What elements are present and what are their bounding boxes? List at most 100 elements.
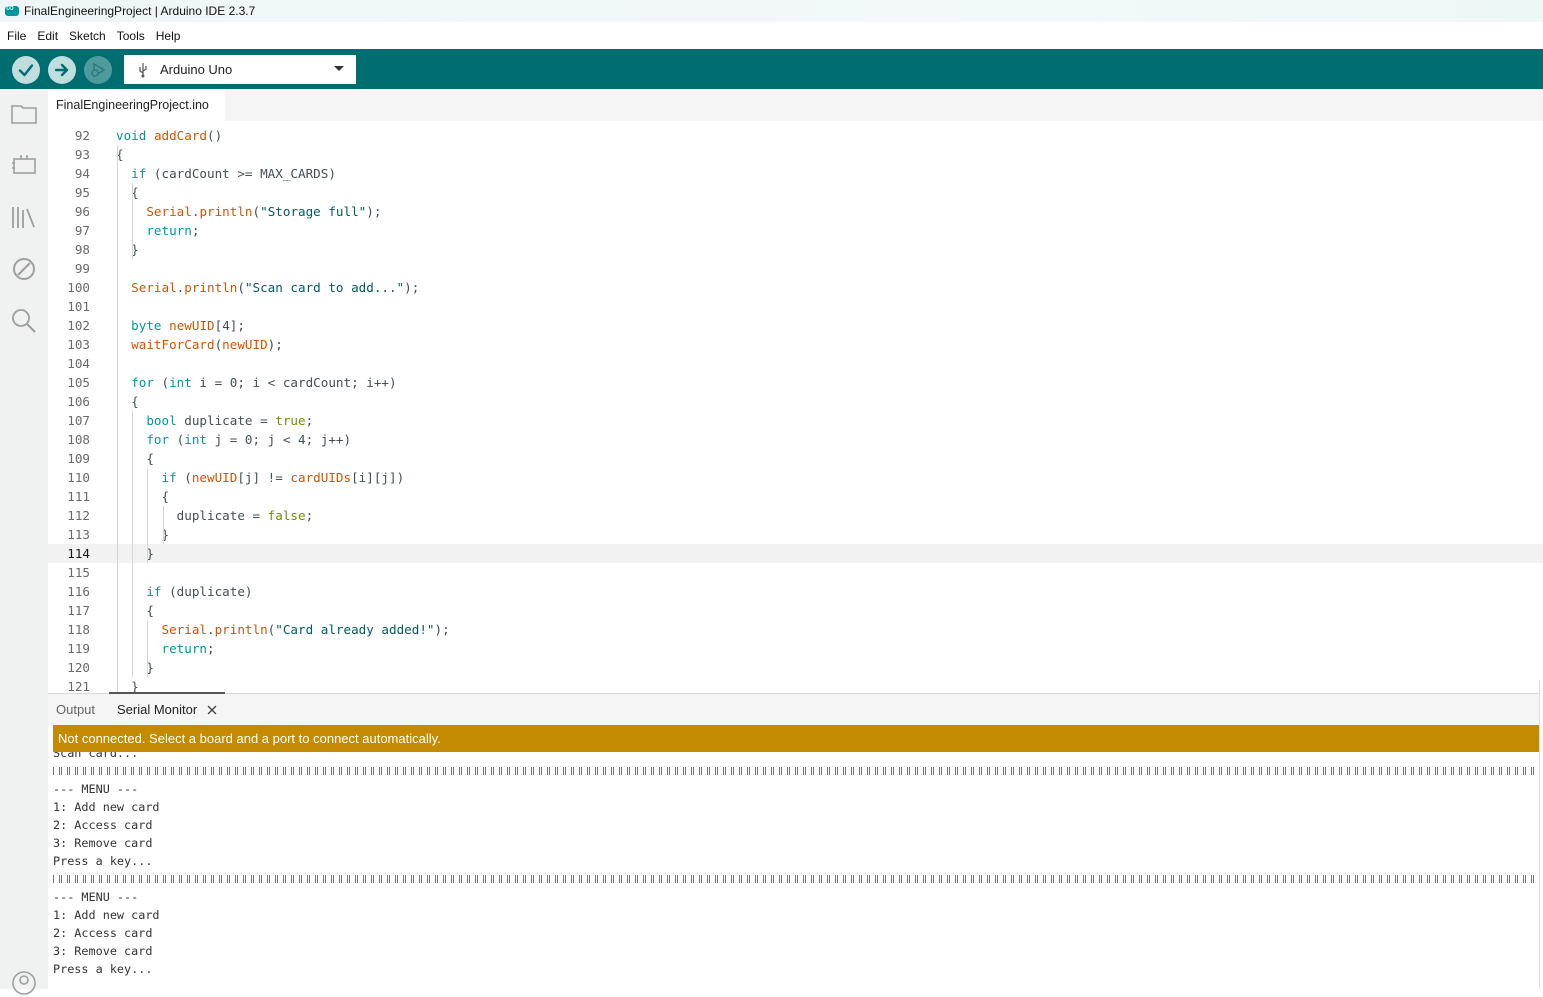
- indent-guide: [132, 411, 134, 677]
- line-number: 118: [67, 622, 90, 637]
- code-line: 102 byte newUID[4];: [48, 316, 1543, 335]
- tab-label: FinalEngineeringProject.ino: [56, 98, 209, 112]
- code-text: waitForCard(newUID);: [131, 337, 283, 352]
- code-line: 118 Serial.println("Card already added!"…: [48, 620, 1543, 639]
- code-line: 109 {: [48, 449, 1543, 468]
- code-line: 98 }: [48, 240, 1543, 259]
- line-number: 105: [67, 375, 90, 390]
- code-text: }: [116, 527, 170, 542]
- bottom-panel-tabs: Output Serial Monitor: [48, 692, 1543, 725]
- code-text: if (cardCount >= MAX_CARDS): [131, 166, 336, 181]
- code-line: 99: [48, 259, 1543, 278]
- serial-line: 1: Add new card: [53, 800, 160, 814]
- usb-icon: [139, 62, 147, 77]
- line-number: 114: [67, 546, 90, 561]
- unprintable-characters: [53, 767, 1539, 775]
- window-title: FinalEngineeringProject | Arduino IDE 2.…: [24, 4, 256, 18]
- code-editor[interactable]: 92 void addCard() 93{94 if (cardCount >= M…: [48, 121, 1543, 692]
- debug-button[interactable]: [84, 56, 112, 84]
- code-line: 119 return;: [48, 639, 1543, 658]
- line-number: 92: [74, 128, 90, 143]
- menu-sketch[interactable]: Sketch: [68, 27, 107, 45]
- menu-help[interactable]: Help: [155, 27, 182, 45]
- line-number: 108: [67, 432, 90, 447]
- line-number: 102: [67, 318, 90, 333]
- code-line: 114 }: [48, 544, 1543, 563]
- serial-line: Scan card...: [53, 752, 139, 760]
- indent-guide: [132, 183, 134, 259]
- code-text: return;: [146, 223, 200, 238]
- code-line: 94 if (cardCount >= MAX_CARDS): [48, 164, 1543, 183]
- serial-output[interactable]: Scan card... --- MENU --- 1: Add new card 2…: [53, 752, 1539, 989]
- line-number: 107: [67, 413, 90, 428]
- code-line: 103 waitForCard(newUID);: [48, 335, 1543, 354]
- serial-line: 2: Access card: [53, 926, 153, 940]
- tab-output[interactable]: Output: [56, 694, 95, 725]
- code-line: 93{: [48, 145, 1543, 164]
- code-line: 100 Serial.println("Scan card to add..."…: [48, 278, 1543, 297]
- code-line: 96 Serial.println("Storage full");: [48, 202, 1543, 221]
- code-line: 105 for (int i = 0; i < cardCount; i++): [48, 373, 1543, 392]
- serial-line: 3: Remove card: [53, 944, 153, 958]
- line-number: 117: [67, 603, 90, 618]
- code-text: {: [116, 394, 139, 409]
- checkmark-icon: [18, 64, 34, 77]
- serial-line: --- MENU ---: [53, 890, 139, 904]
- tab-serial-monitor[interactable]: Serial Monitor: [117, 694, 197, 725]
- code-line: 101: [48, 297, 1543, 316]
- close-icon[interactable]: [207, 705, 217, 715]
- tab-sketch-file[interactable]: FinalEngineeringProject.ino: [48, 89, 225, 121]
- search-icon[interactable]: [10, 307, 38, 335]
- scrollbar[interactable]: [1539, 680, 1543, 989]
- debug-panel-icon[interactable]: [10, 255, 38, 283]
- line-number: 101: [67, 299, 90, 314]
- sketchbook-folder-icon[interactable]: [10, 99, 38, 127]
- code-text: for (int i = 0; i < cardCount; i++): [131, 375, 397, 390]
- unprintable-characters: [53, 875, 1539, 883]
- board-label: Arduino Uno: [160, 62, 233, 77]
- code-line: 110 if (newUID[j] != cardUIDs[i][j]): [48, 468, 1543, 487]
- menu-edit[interactable]: Edit: [36, 27, 59, 45]
- serial-line: 2: Access card: [53, 818, 153, 832]
- code-line: 107 bool duplicate = true;: [48, 411, 1543, 430]
- library-manager-icon[interactable]: [10, 203, 38, 231]
- line-number: 112: [67, 508, 90, 523]
- editor-tab-bar: FinalEngineeringProject.ino: [48, 89, 1543, 121]
- profile-icon[interactable]: [10, 969, 38, 997]
- line-number: 115: [67, 565, 90, 580]
- line-number: 98: [74, 242, 90, 257]
- code-text: {: [116, 451, 154, 466]
- board-selector[interactable]: Arduino Uno: [124, 55, 356, 84]
- indent-guide: [147, 620, 149, 677]
- menu-file[interactable]: File: [6, 27, 27, 45]
- code-text: duplicate = false;: [116, 508, 314, 523]
- serial-line: 1: Add new card: [53, 908, 160, 922]
- line-number: 106: [67, 394, 90, 409]
- chevron-down-icon: [334, 66, 344, 71]
- indent-guide: [117, 145, 118, 692]
- code-line: 113 }: [48, 525, 1543, 544]
- arduino-logo-icon: [5, 2, 19, 16]
- code-line: 108 for (int j = 0; j < 4; j++): [48, 430, 1543, 449]
- code-line: 112 duplicate = false;: [48, 506, 1543, 525]
- boards-manager-icon[interactable]: [10, 151, 38, 179]
- code-line: 104: [48, 354, 1543, 373]
- code-line: 106 {: [48, 392, 1543, 411]
- line-number: 94: [74, 166, 90, 181]
- code-line: 95 {: [48, 183, 1543, 202]
- serial-line: [53, 762, 1539, 780]
- verify-button[interactable]: [12, 56, 40, 84]
- code-text: }: [116, 679, 139, 692]
- upload-button[interactable]: [48, 56, 76, 84]
- code-text: for (int j = 0; j < 4; j++): [146, 432, 352, 447]
- line-number: 93: [74, 147, 90, 162]
- code-text: if (duplicate): [146, 584, 253, 599]
- line-number: 100: [67, 280, 90, 295]
- code-text: Serial.println("Storage full");: [146, 204, 382, 219]
- menu-tools[interactable]: Tools: [116, 27, 146, 45]
- code-text: {: [116, 603, 154, 618]
- title-bar: FinalEngineeringProject | Arduino IDE 2.…: [0, 0, 1543, 22]
- code-text: {: [116, 185, 139, 200]
- code-line: 117 {: [48, 601, 1543, 620]
- line-number: 111: [67, 489, 90, 504]
